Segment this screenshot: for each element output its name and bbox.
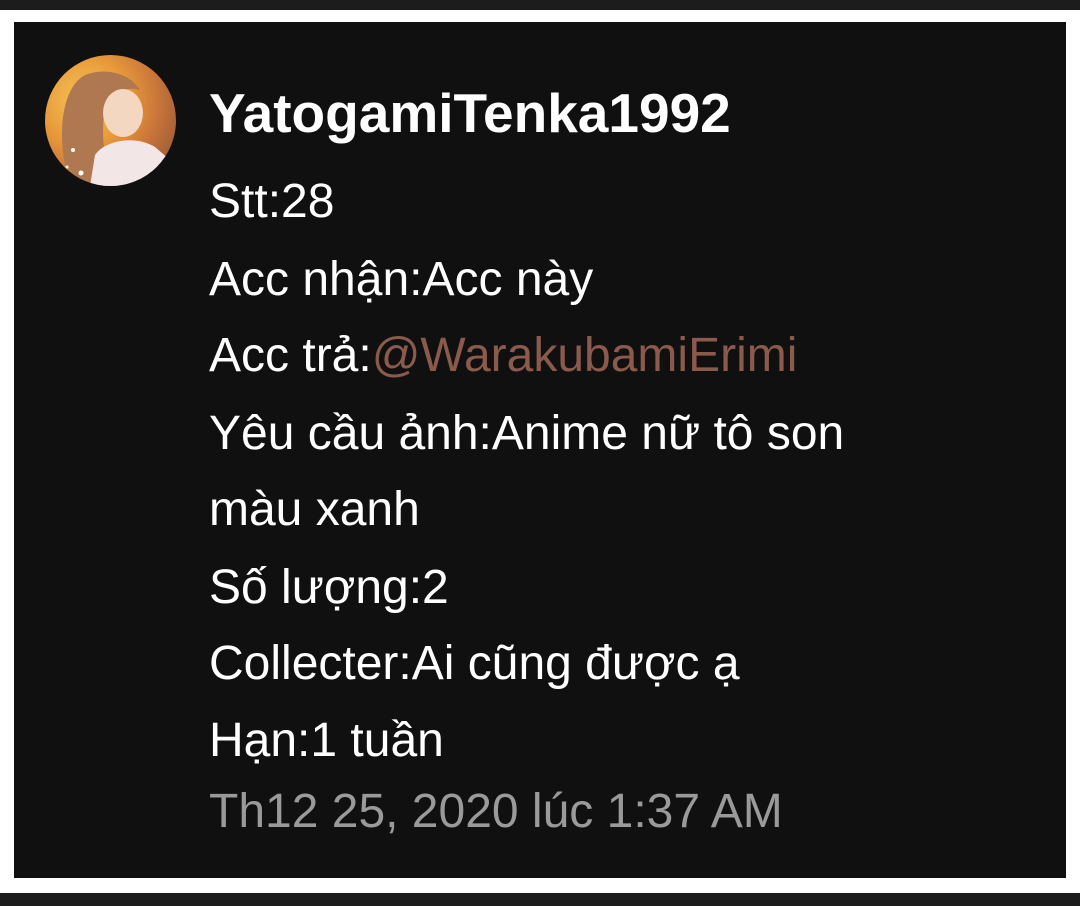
username[interactable]: YatogamiTenka1992	[209, 80, 731, 146]
top-divider	[0, 0, 1080, 10]
line-yeu-cau-continued: màu xanh	[209, 483, 420, 536]
line-han: Hạn:1 tuần	[209, 714, 444, 767]
bottom-divider	[0, 893, 1080, 906]
user-avatar[interactable]	[45, 55, 176, 186]
acc-tra-label: Acc trả:	[209, 329, 372, 382]
line-acc-tra: Acc trả:@WarakubamiErimi	[209, 326, 797, 386]
line-so-luong: Số lượng:2	[209, 561, 449, 614]
line-acc-nhan: Acc nhận:Acc này	[209, 253, 594, 306]
post-timestamp: Th12 25, 2020 lúc 1:37 AM	[209, 785, 783, 838]
avatar-illustration	[61, 71, 176, 186]
mention-link[interactable]: @WarakubamiErimi	[372, 329, 798, 382]
line-stt: Stt:28	[209, 175, 335, 228]
line-collecter: Collecter:Ai cũng được ạ	[209, 637, 740, 690]
line-yeu-cau: Yêu cầu ảnh:Anime nữ tô son	[209, 407, 845, 460]
